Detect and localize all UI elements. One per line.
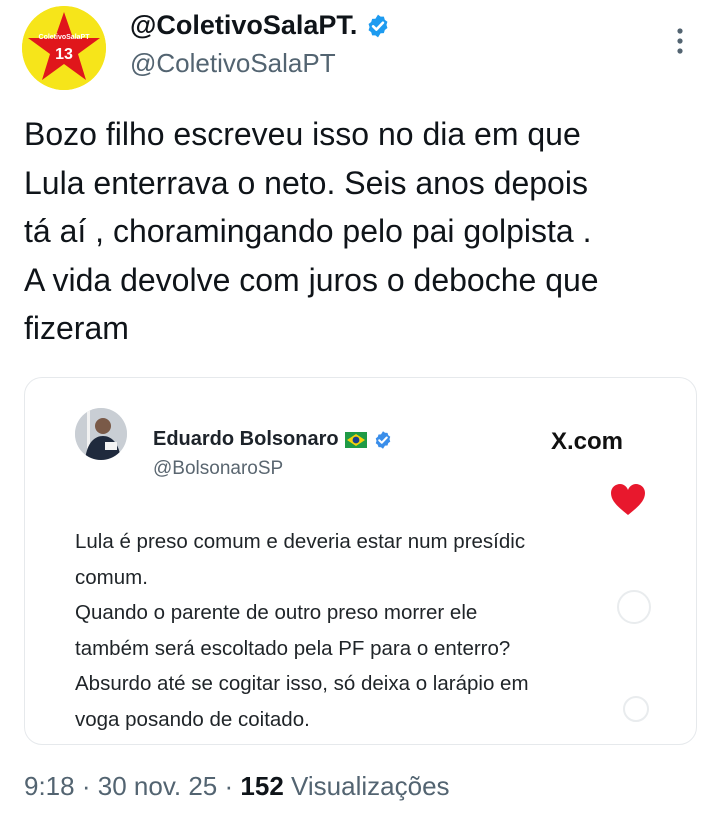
separator-2: ·: [224, 771, 234, 801]
verified-badge-icon: [368, 14, 388, 37]
embedded-avatar: [75, 408, 127, 460]
tweet-date[interactable]: 30 nov. 25: [98, 771, 218, 801]
author-name-row[interactable]: @ColetivoSalaPT.: [130, 10, 391, 41]
embedded-name-row: Eduardo Bolsonaro: [153, 428, 393, 451]
views-count: 152: [240, 771, 284, 801]
embedded-image-card[interactable]: Eduardo Bolsonaro @BolsonaroSP X.com Lul…: [24, 377, 697, 745]
avatar-text: ColetivoSalaPT: [39, 34, 91, 41]
heart-icon: [611, 484, 645, 515]
brazil-flag-icon: [344, 431, 367, 448]
source-label: X.com: [551, 428, 624, 455]
star-logo-icon: ColetivoSalaPT 13: [22, 6, 106, 90]
avatar-number: 13: [55, 46, 73, 63]
separator-1: ·: [81, 771, 91, 801]
embedded-text: Lula é preso comum e deveria estar num p…: [75, 530, 529, 731]
embedded-handle: @BolsonaroSP: [153, 458, 284, 479]
embedded-verified-icon: [375, 430, 390, 449]
tweet-meta: 9:18 · 30 nov. 25 · 152 Visualizações: [24, 771, 450, 802]
tweet-text: Bozo filho escreveu isso no dia em que L…: [24, 116, 599, 346]
tweet-time[interactable]: 9:18: [24, 771, 75, 801]
author-display-name[interactable]: @ColetivoSalaPT.: [130, 10, 357, 41]
avatar[interactable]: ColetivoSalaPT 13: [22, 6, 106, 90]
more-options-icon[interactable]: [672, 26, 688, 58]
views-label: Visualizações: [291, 771, 450, 801]
embedded-author-name: Eduardo Bolsonaro: [153, 428, 339, 450]
author-handle[interactable]: @ColetivoSalaPT: [130, 48, 336, 79]
